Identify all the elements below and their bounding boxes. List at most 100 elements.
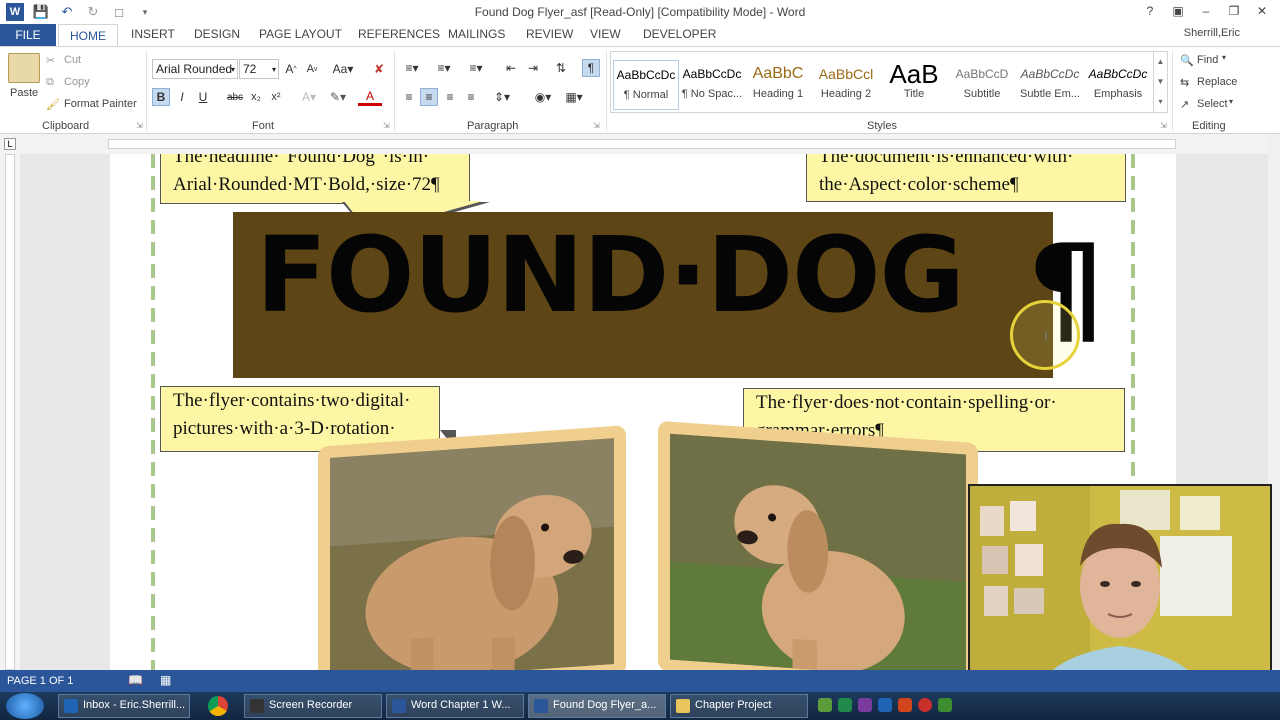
select-icon: ↗ [1180,99,1190,111]
line-spacing-icon[interactable]: ⇕▾ [490,88,514,106]
cut-button[interactable]: Cut [64,54,81,66]
restore-icon[interactable]: ❐ [1220,0,1248,22]
shrink-font-icon[interactable]: Av [304,60,320,78]
tab-developer[interactable]: DEVELOPER [643,27,716,41]
tab-review[interactable]: REVIEW [526,27,573,41]
chevron-down-icon: ▾ [271,65,276,74]
macro-record-icon[interactable]: ▦ [160,673,171,687]
increase-indent-icon[interactable]: ⇥ [524,59,542,77]
tab-page-layout[interactable]: PAGE LAYOUT [259,27,342,41]
borders-icon[interactable]: ▦▾ [562,88,586,106]
justify-icon[interactable]: ≡ [462,88,480,106]
proofing-icon[interactable]: 📖 [128,673,143,687]
style-emphasis[interactable]: AaBbCcDc Emphasis [1085,60,1151,110]
powerpoint-icon[interactable] [898,698,912,712]
style-no-spacing[interactable]: AaBbCcDc ¶ No Spac... [679,60,745,110]
clipboard-launcher-icon[interactable]: ⇲ [136,121,143,130]
minimize-icon[interactable]: – [1192,0,1220,22]
tab-insert[interactable]: INSERT [131,27,175,41]
outlook-icon[interactable] [878,698,892,712]
find-button[interactable]: Find [1197,54,1218,66]
ruler-bar[interactable] [108,139,1176,149]
show-marks-icon[interactable]: ¶ [582,59,600,77]
style-heading-2[interactable]: AaBbCcl Heading 2 [813,60,879,110]
copy-button[interactable]: Copy [64,76,90,88]
change-case-icon[interactable]: Aa▾ [330,60,356,78]
help-icon[interactable]: ? [1136,0,1164,22]
ribbon-display-icon[interactable]: ▣ [1164,0,1192,22]
underline-button[interactable]: U [195,88,211,106]
close-icon[interactable]: ✕ [1248,0,1276,22]
headline-text[interactable]: FOUND·DOG [256,214,965,336]
style-subtitle[interactable]: AaBbCcD Subtitle [949,60,1015,110]
taskbar-item-found-dog[interactable]: Found Dog Flyer_a... [528,694,666,718]
taskbar-item-chapter-project[interactable]: Chapter Project [670,694,808,718]
i-beam-cursor-icon: I [1044,328,1048,344]
font-color-icon[interactable]: A [358,88,382,106]
tab-design[interactable]: DESIGN [194,27,240,41]
tab-references[interactable]: REFERENCES [358,27,440,41]
style-heading-1[interactable]: AaBbC Heading 1 [745,60,811,110]
tab-file[interactable]: FILE [0,24,56,46]
numbering-icon[interactable]: ≡▾ [432,59,456,77]
style-title[interactable]: AaB Title [881,60,947,110]
clear-formatting-icon[interactable]: ✘ [370,60,388,78]
text-effects-icon[interactable]: A▾ [298,88,320,106]
align-right-icon[interactable]: ≡ [441,88,459,106]
select-button[interactable]: Select [1197,98,1228,110]
taskbar-item-screen-recorder[interactable]: Screen Recorder [244,694,382,718]
start-button-icon[interactable] [6,693,44,719]
tray-app-icon[interactable] [938,698,952,712]
chrome-icon[interactable] [208,696,228,716]
multilevel-list-icon[interactable]: ≡▾ [464,59,488,77]
chevron-down-icon: ▾ [1229,97,1234,106]
align-center-icon[interactable]: ≡ [420,88,438,106]
page-count[interactable]: PAGE 1 OF 1 [7,675,73,687]
tray-app-icon[interactable] [818,698,832,712]
tray-app-icon[interactable] [918,698,932,712]
taskbar-item-word-chapter[interactable]: Word Chapter 1 W... [386,694,524,718]
grow-font-icon[interactable]: A ^ [283,60,299,78]
font-size-combo[interactable]: 72 ▾ [239,59,279,79]
highlight-icon[interactable]: ✎▾ [326,88,350,106]
callout-headline-font: The·headline·"Found·Dog"·is·in· Arial·Ro… [160,154,470,204]
paste-button[interactable]: Paste [10,87,38,99]
tab-mailings[interactable]: MAILINGS [448,27,505,41]
clipboard-group-label: Clipboard [42,120,90,132]
style-name: Subtle Em... [1020,88,1080,100]
onenote-icon[interactable] [858,698,872,712]
tab-selector-icon[interactable]: L [4,138,16,150]
italic-button[interactable]: I [174,88,190,106]
bullets-icon[interactable]: ≡▾ [400,59,424,77]
style-subtle-emphasis[interactable]: AaBbCcDc Subtle Em... [1017,60,1083,110]
styles-scroll[interactable]: ▲ ▼ ▾ [1153,52,1167,112]
sort-icon[interactable]: ⇅ [552,59,570,77]
font-name-combo[interactable]: Arial Rounded ▾ [152,59,238,79]
subscript-button[interactable]: x₂ [248,88,264,106]
paragraph-launcher-icon[interactable]: ⇲ [593,121,600,130]
superscript-button[interactable]: x² [268,88,284,106]
replace-button[interactable]: Replace [1197,76,1237,88]
taskbar-item-outlook[interactable]: Inbox - Eric.Sherrill... [58,694,190,718]
shading-icon[interactable]: ◉▾ [530,88,556,106]
paste-icon[interactable] [8,53,40,83]
styles-launcher-icon[interactable]: ⇲ [1160,121,1167,130]
dog-photo-right[interactable] [658,420,978,670]
align-left-icon[interactable]: ≡ [400,88,418,106]
tab-view[interactable]: VIEW [590,27,621,41]
recorder-icon [250,699,264,713]
bold-button[interactable]: B [152,88,170,106]
format-painter-button[interactable]: Format Painter [64,98,137,110]
excel-icon[interactable] [838,698,852,712]
user-account[interactable]: Sherrill,Eric [1184,27,1240,39]
tab-home[interactable]: HOME [58,24,118,46]
ribbon: Paste ✂ Cut ⧉ Copy 🖌 Format Painter Clip… [0,46,1280,134]
cut-icon: ✂ [46,55,56,67]
replace-icon: ⇆ [1180,77,1190,89]
decrease-indent-icon[interactable]: ⇤ [502,59,520,77]
strikethrough-button[interactable]: abc [226,88,244,106]
style-normal[interactable]: AaBbCcDc ¶ Normal [613,60,679,110]
font-launcher-icon[interactable]: ⇲ [383,121,390,130]
ruler-bar[interactable] [5,154,15,670]
dog-photo-left[interactable] [318,425,626,670]
